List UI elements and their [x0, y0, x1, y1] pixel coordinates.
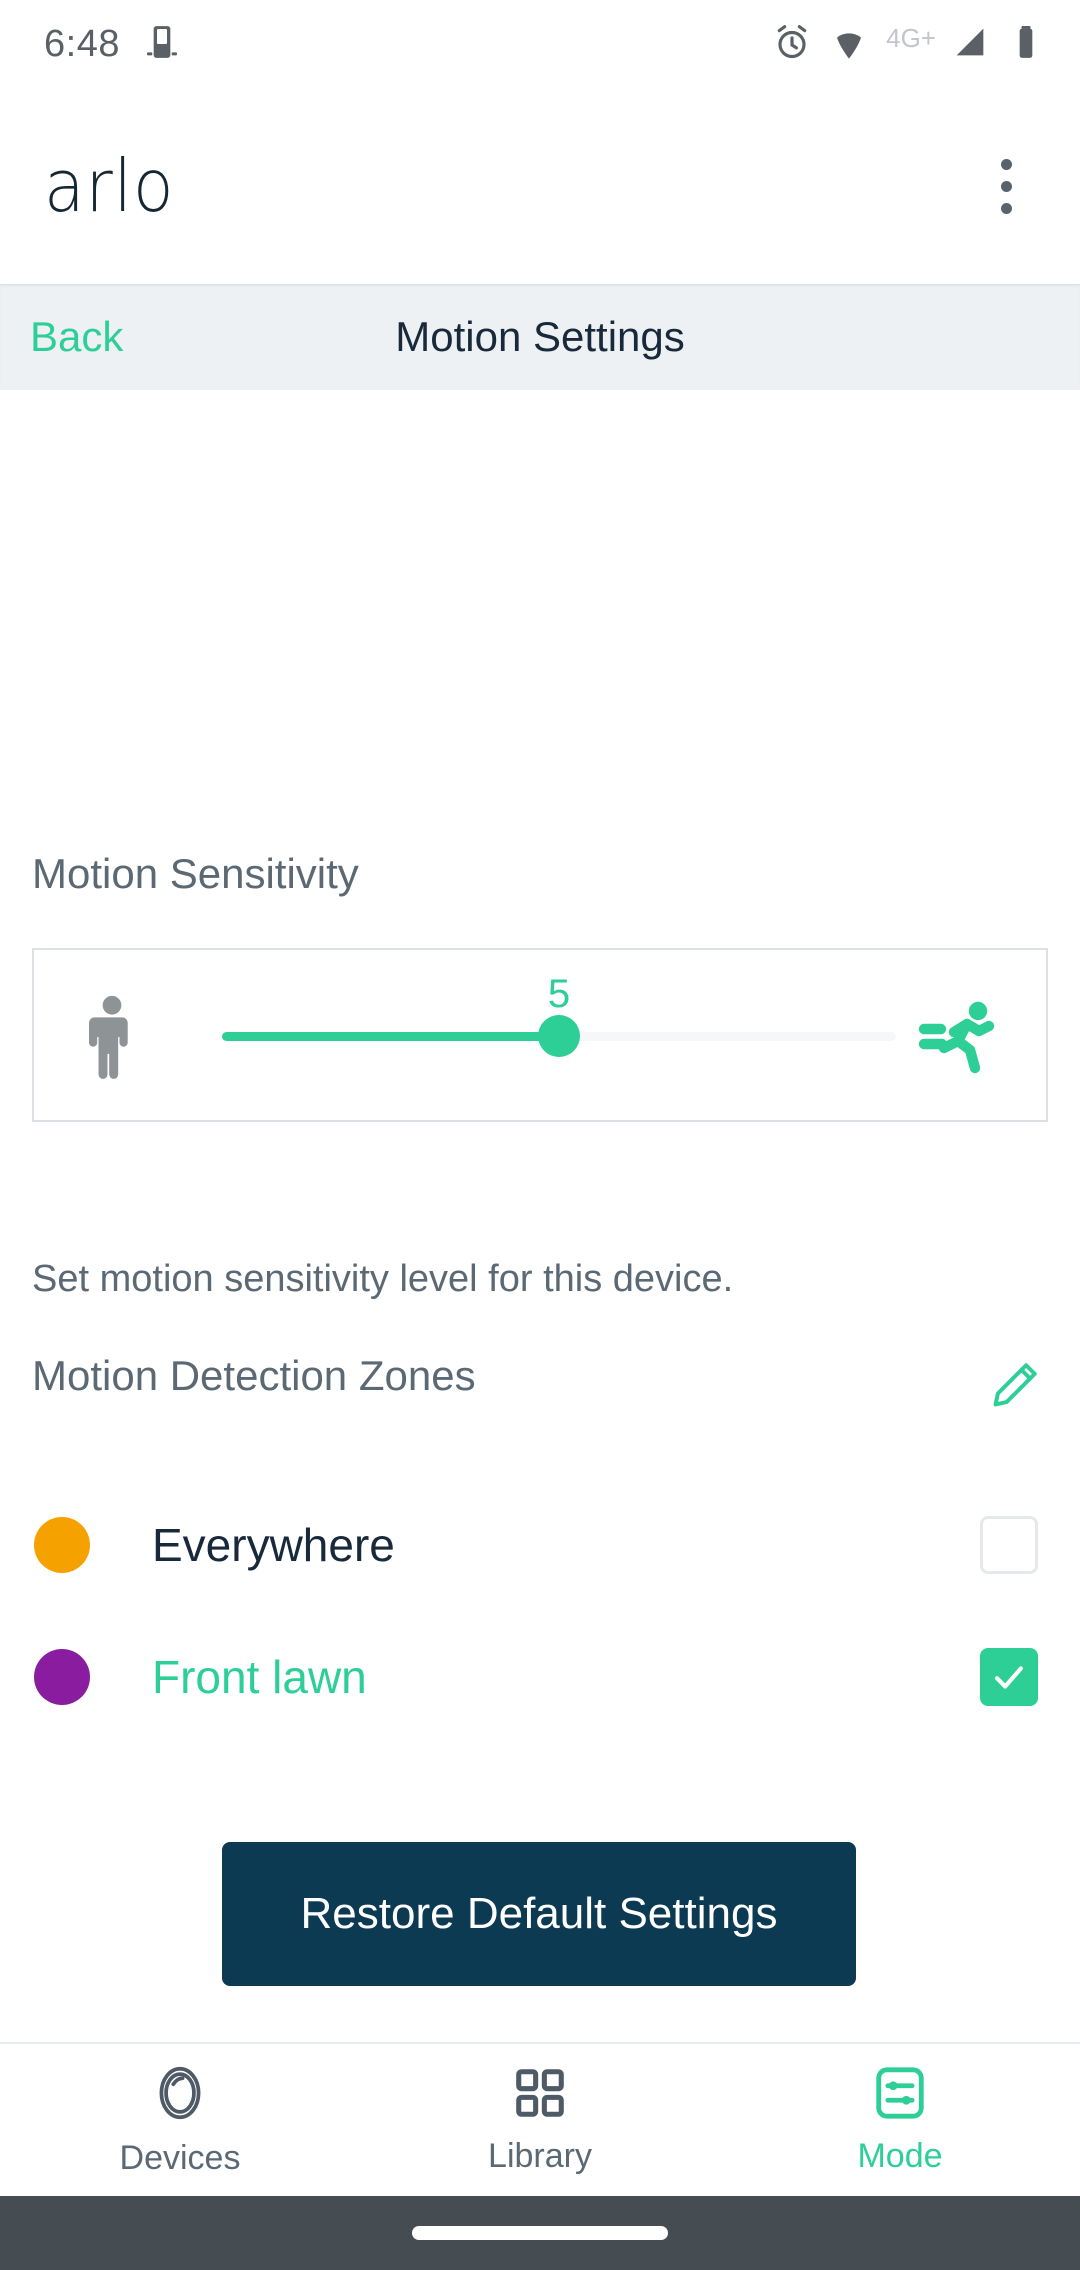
signal-icon — [950, 22, 990, 67]
motion-sensitivity-heading: Motion Sensitivity — [32, 850, 359, 897]
zone-row-everywhere[interactable]: Everywhere — [0, 1490, 1080, 1600]
running-person-icon — [912, 988, 1008, 1089]
home-indicator[interactable] — [412, 2226, 668, 2240]
gesture-navigation-bar — [0, 2196, 1080, 2270]
standing-person-icon — [86, 994, 138, 1085]
screen-nav-bar: Back Motion Settings — [0, 284, 1080, 390]
motion-sensitivity-slider[interactable]: 5 — [222, 950, 896, 1124]
tab-label: Mode — [857, 2137, 943, 2175]
tab-library[interactable]: Library — [360, 2064, 720, 2176]
status-bar-time: 6:48 — [44, 22, 120, 65]
zone-label: Front lawn — [152, 1651, 367, 1703]
zone-checkbox[interactable] — [980, 1516, 1038, 1574]
tab-mode[interactable]: Mode — [720, 2064, 1080, 2176]
tab-label: Devices — [119, 2139, 241, 2177]
arlo-logo: arlo — [44, 144, 175, 228]
page-title: Motion Settings — [395, 313, 685, 360]
restore-default-settings-button[interactable]: Restore Default Settings — [222, 1842, 856, 1986]
zone-row-front-lawn[interactable]: Front lawn — [0, 1622, 1080, 1732]
grid-squares-icon — [511, 2064, 569, 2127]
status-bar: 6:48 4G+ — [0, 0, 1080, 88]
battery-icon — [1006, 22, 1046, 67]
tab-devices[interactable]: Devices — [0, 2062, 360, 2178]
pencil-edit-icon[interactable] — [986, 1358, 1042, 1414]
camera-lens-icon — [149, 2062, 211, 2129]
zone-label: Everywhere — [152, 1519, 395, 1571]
sensitivity-value-label: 5 — [547, 972, 571, 1016]
tab-label: Library — [488, 2137, 592, 2175]
phone-screen: 6:48 4G+ arlo Back Motion Settings Motio… — [0, 0, 1080, 2270]
sensitivity-helper-text: Set motion sensitivity level for this de… — [32, 1258, 734, 1300]
zone-color-dot — [34, 1649, 90, 1705]
motion-detection-zones-heading: Motion Detection Zones — [32, 1352, 476, 1399]
motion-sensitivity-card: 5 — [32, 948, 1048, 1122]
zone-checkbox[interactable] — [980, 1648, 1038, 1706]
settings-content: Motion Sensitivity 5 Set motion sensitiv… — [0, 390, 1080, 2042]
app-bar: arlo — [0, 88, 1080, 284]
bottom-tab-bar: Devices Library Mode — [0, 2042, 1080, 2196]
status-bar-right-icons: 4G+ — [772, 21, 1046, 68]
zone-color-dot — [34, 1517, 90, 1573]
app-cast-icon — [142, 22, 182, 67]
slider-fill — [222, 1032, 559, 1041]
alarm-icon — [772, 22, 812, 67]
status-bar-left-icons — [142, 22, 182, 67]
wifi-icon — [828, 21, 870, 68]
sliders-icon — [871, 2064, 929, 2127]
slider-thumb[interactable] — [538, 1015, 580, 1057]
kebab-menu-icon[interactable] — [976, 149, 1036, 223]
network-type-label: 4G+ — [886, 22, 936, 53]
